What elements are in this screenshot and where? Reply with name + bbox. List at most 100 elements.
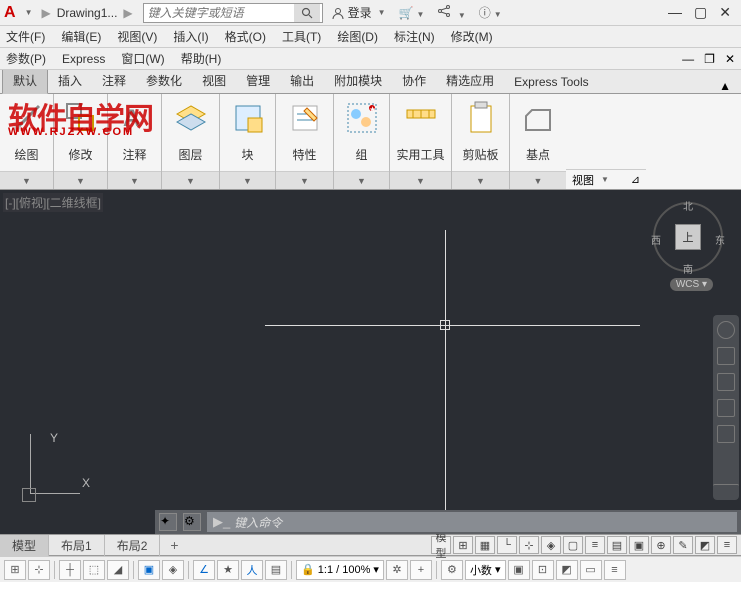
maximize-button[interactable]: ▢ <box>694 4 707 21</box>
search-button[interactable] <box>294 4 320 22</box>
polar-toggle[interactable]: ⊹ <box>519 536 539 554</box>
add-layout-button[interactable]: + <box>160 535 188 555</box>
orbit-icon[interactable] <box>717 399 735 417</box>
panel-properties[interactable]: 特性 ▼ <box>276 94 334 189</box>
cmd-history-icon[interactable]: ✦ <box>159 513 177 531</box>
menu-insert[interactable]: 插入(I) <box>173 28 208 45</box>
sb-plus[interactable]: + <box>410 560 432 580</box>
sb-coords[interactable]: ⊞ <box>4 560 26 580</box>
menu-view[interactable]: 视图(V) <box>117 28 157 45</box>
view-dropdown[interactable]: 视图▼⊿ <box>566 169 646 189</box>
cycling-toggle[interactable]: ▣ <box>629 536 649 554</box>
sb-dyninput[interactable]: ┼ <box>59 560 81 580</box>
panel-modify[interactable]: 修改 ▼ <box>54 94 108 189</box>
search-box[interactable] <box>143 3 323 23</box>
zoom-icon[interactable] <box>717 373 735 391</box>
sb-perf[interactable]: ⊡ <box>532 560 554 580</box>
snap-toggle[interactable]: ▦ <box>475 536 495 554</box>
ribbon-tab-annotate[interactable]: 注释 <box>92 68 136 93</box>
panel-basepoint[interactable]: 基点 ▼ <box>510 94 566 189</box>
tab-model[interactable]: 模型 <box>0 535 49 556</box>
ribbon-tab-manage[interactable]: 管理 <box>236 68 280 93</box>
sb-otrack[interactable]: ∠ <box>193 560 215 580</box>
command-input[interactable]: ▶_ 键入命令 <box>207 512 737 532</box>
ribbon-collapse-button[interactable]: ▲ <box>711 79 739 93</box>
doc-restore-button[interactable]: ❐ <box>704 52 715 66</box>
menu-tools[interactable]: 工具(T) <box>282 28 321 45</box>
command-line[interactable]: ✦ ⚙ ▶_ 键入命令 <box>155 510 741 534</box>
search-input[interactable] <box>144 6 294 20</box>
drawing-canvas[interactable]: [-][俯视][二维线框] Y X 北 南 东 西 上 WCS ▾ <box>0 190 741 510</box>
view-cube[interactable]: 北 南 东 西 上 <box>653 202 723 272</box>
wcs-badge[interactable]: WCS ▾ <box>670 278 713 291</box>
panel-group[interactable]: ★ 组 ▼ <box>334 94 390 189</box>
nav-wheel-icon[interactable] <box>717 321 735 339</box>
panel-block[interactable]: 块 ▼ <box>220 94 276 189</box>
sb-infer[interactable]: ⊹ <box>28 560 50 580</box>
sb-ortho[interactable]: ⬚ <box>83 560 105 580</box>
sb-ws[interactable]: ⚙ <box>441 560 463 580</box>
modelspace-toggle[interactable]: 模型 <box>431 536 451 554</box>
customize-status[interactable]: ≡ <box>717 536 737 554</box>
sb-qv[interactable]: ▣ <box>508 560 530 580</box>
panel-expand-icon[interactable]: ▼ <box>0 171 53 189</box>
cmd-settings-icon[interactable]: ⚙ <box>183 513 201 531</box>
ribbon-tab-view[interactable]: 视图 <box>192 68 236 93</box>
menu-window[interactable]: 窗口(W) <box>121 50 164 67</box>
qp-toggle[interactable]: ✎ <box>673 536 693 554</box>
minimize-button[interactable]: — <box>668 4 682 21</box>
doc-close-button[interactable]: ✕ <box>725 52 735 66</box>
panel-draw[interactable]: 绘图 ▼ <box>0 94 54 189</box>
panel-clipboard[interactable]: 剪贴板 ▼ <box>452 94 510 189</box>
viewcube-top[interactable]: 上 <box>675 224 701 250</box>
sb-menu[interactable]: ≡ <box>604 560 626 580</box>
nav-settings-icon[interactable] <box>713 484 739 494</box>
menu-modify[interactable]: 修改(M) <box>451 28 493 45</box>
panel-utilities[interactable]: 实用工具 ▼ <box>390 94 452 189</box>
osnap-toggle[interactable]: ▢ <box>563 536 583 554</box>
iso-toggle[interactable]: ◈ <box>541 536 561 554</box>
tab-layout2[interactable]: 布局2 <box>105 535 161 556</box>
ribbon-tab-collab[interactable]: 协作 <box>392 68 436 93</box>
help-icon[interactable]: ⓘ▼ <box>479 4 505 21</box>
showmotion-icon[interactable] <box>717 425 735 443</box>
viewport-label[interactable]: [-][俯视][二维线框] <box>3 193 103 212</box>
lineweight-toggle[interactable]: ≡ <box>585 536 605 554</box>
sb-ducs[interactable]: ★ <box>217 560 239 580</box>
menu-file[interactable]: 文件(F) <box>6 28 45 45</box>
panel-layer[interactable]: 图层 ▼ <box>162 94 220 189</box>
sb-iso2[interactable]: ◩ <box>556 560 578 580</box>
share-icon[interactable]: ▼ <box>437 4 468 21</box>
sb-clean[interactable]: ▭ <box>580 560 602 580</box>
doc-minimize-button[interactable]: — <box>682 52 694 66</box>
login-button[interactable]: 登录 ▼ <box>331 4 389 21</box>
ortho-toggle[interactable]: └ <box>497 536 517 554</box>
cart-icon[interactable]: 🛒▼ <box>399 6 428 20</box>
ribbon-tab-default[interactable]: 默认 <box>2 67 48 94</box>
close-button[interactable]: ✕ <box>719 4 731 21</box>
ribbon-tab-express[interactable]: Express Tools <box>504 71 598 93</box>
pan-icon[interactable] <box>717 347 735 365</box>
sb-gear[interactable]: ✲ <box>386 560 408 580</box>
menu-dimension[interactable]: 标注(N) <box>394 28 435 45</box>
qat-dropdown-icon[interactable]: ▼ <box>25 8 33 17</box>
sb-units[interactable]: 小数 ▾ <box>465 560 506 580</box>
tab-layout1[interactable]: 布局1 <box>49 535 105 556</box>
menu-help[interactable]: 帮助(H) <box>181 50 222 67</box>
menu-edit[interactable]: 编辑(E) <box>61 28 101 45</box>
menu-draw[interactable]: 绘图(D) <box>337 28 378 45</box>
ribbon-tab-addins[interactable]: 附加模块 <box>324 68 392 93</box>
ribbon-tab-output[interactable]: 输出 <box>280 68 324 93</box>
dwgunits-toggle[interactable]: ◩ <box>695 536 715 554</box>
ribbon-tab-featured[interactable]: 精选应用 <box>436 68 504 93</box>
panel-annotate[interactable]: A 注释 ▼ <box>108 94 162 189</box>
ribbon-tab-insert[interactable]: 插入 <box>48 68 92 93</box>
transparency-toggle[interactable]: ▤ <box>607 536 627 554</box>
menu-express[interactable]: Express <box>62 52 105 66</box>
app-icon[interactable]: A <box>4 4 16 22</box>
sb-lwt[interactable]: 人 <box>241 560 263 580</box>
menu-format[interactable]: 格式(O) <box>225 28 266 45</box>
sb-polar[interactable]: ◢ <box>107 560 129 580</box>
menu-parametric[interactable]: 参数(P) <box>6 50 46 67</box>
annomonitor-toggle[interactable]: ⊕ <box>651 536 671 554</box>
